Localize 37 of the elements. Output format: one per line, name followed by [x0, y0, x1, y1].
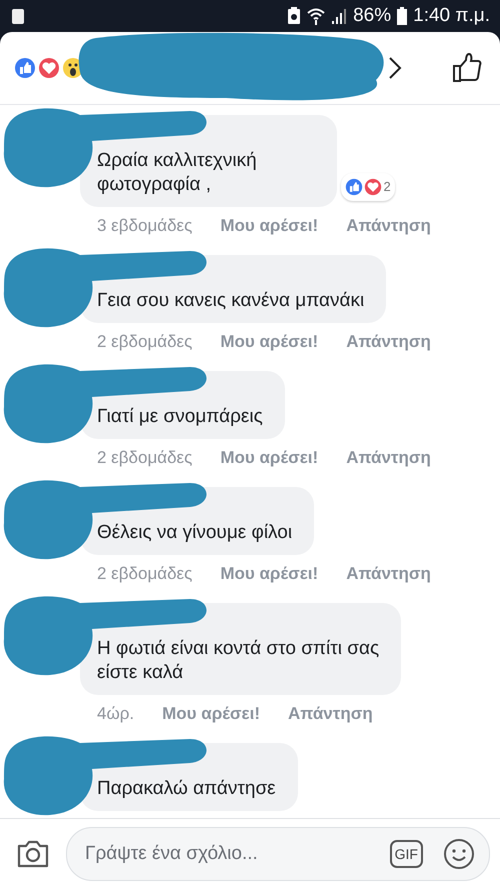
- gif-button[interactable]: GIF: [390, 840, 423, 868]
- reply-link[interactable]: Απάντηση: [346, 563, 431, 585]
- comment-text: Παρακαλώ απάντησε: [97, 778, 276, 799]
- thumbs-up-icon[interactable]: [452, 53, 482, 83]
- reply-link[interactable]: Απάντηση: [346, 215, 431, 237]
- like-link[interactable]: Μου αρέσει!: [162, 703, 260, 725]
- battery-saver-icon: [287, 7, 302, 25]
- smiley-icon[interactable]: [443, 838, 475, 870]
- reactions-badge[interactable]: 2: [341, 173, 395, 201]
- battery-icon: [397, 7, 408, 25]
- comment-text: Η φωτιά είναι κοντά στο σπίτι σας είστε καλά: [97, 638, 380, 683]
- like-reaction-icon: [14, 57, 36, 79]
- comment-time: 3 εβδομάδες: [97, 215, 192, 237]
- like-link[interactable]: Μου αρέσει!: [220, 215, 318, 237]
- wifi-icon: [307, 7, 326, 25]
- comment-time: 2 εβδομάδες: [97, 563, 192, 585]
- chevron-right-icon[interactable]: [388, 56, 402, 80]
- comment-time: 2 εβδομάδες: [97, 447, 192, 469]
- comment-text: Γεια σου κανεις κανένα μπανάκι: [97, 290, 364, 311]
- like-link[interactable]: Μου αρέσει!: [220, 563, 318, 585]
- reply-link[interactable]: Απάντηση: [346, 447, 431, 469]
- reply-link[interactable]: Απάντηση: [288, 703, 373, 725]
- camera-icon[interactable]: [16, 839, 50, 869]
- reply-link[interactable]: Απάντηση: [346, 331, 431, 353]
- notification-icon: [12, 8, 24, 24]
- comment-time: 2 εβδομάδες: [97, 331, 192, 353]
- clock: 1:40 π.μ.: [413, 5, 490, 27]
- like-link[interactable]: Μου αρέσει!: [220, 331, 318, 353]
- signal-icon: [331, 8, 348, 24]
- comment-input-field[interactable]: Γράψτε ένα σχόλιο... GIF: [66, 827, 490, 881]
- battery-percent: 86%: [353, 5, 392, 27]
- comment-text: Θέλεις να γίνουμε φίλοι: [97, 522, 292, 543]
- comment-text: Ωραία καλλιτεχνική φωτογραφία ,: [97, 150, 257, 195]
- comment-time: 4ώρ.: [97, 703, 134, 725]
- comment-text: Γιατί με σνομπάρεις: [97, 406, 263, 427]
- love-reaction-icon: [38, 57, 60, 79]
- like-link[interactable]: Μου αρέσει!: [220, 447, 318, 469]
